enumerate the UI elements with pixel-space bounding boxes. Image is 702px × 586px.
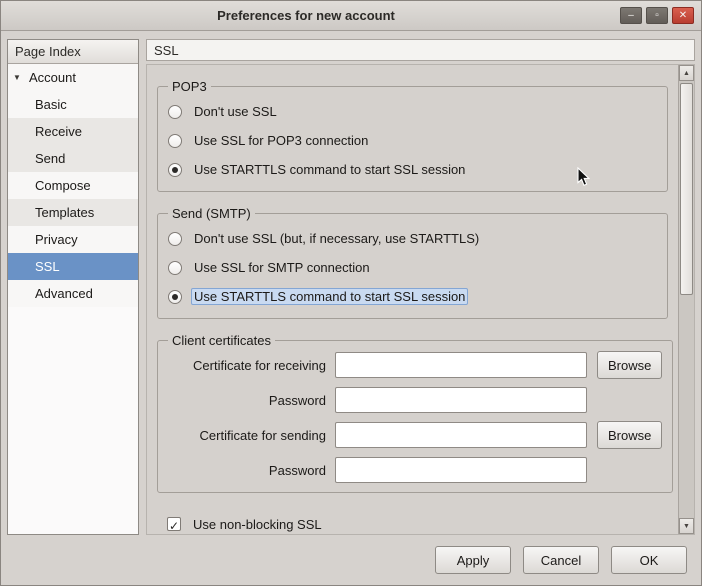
radio-icon bbox=[168, 134, 182, 148]
scroll-area: POP3 Don't use SSL Use SSL for POP3 conn… bbox=[146, 64, 695, 535]
radio-smtp-use-ssl[interactable]: Use SSL for SMTP connection bbox=[168, 253, 657, 282]
password-receiving-row: Password bbox=[168, 387, 662, 413]
page-index-header[interactable]: Page Index bbox=[8, 40, 138, 64]
browse-receiving-button[interactable]: Browse bbox=[597, 351, 662, 379]
minimize-icon[interactable]: ‒ bbox=[620, 7, 642, 24]
certificate-sending-row: Certificate for sending Browse bbox=[168, 421, 662, 449]
page-index-tree: ▼ Account Basic Receive Send Compose Tem… bbox=[8, 64, 138, 307]
password-receiving-label: Password bbox=[168, 393, 326, 408]
certificate-receiving-row: Certificate for receiving Browse bbox=[168, 351, 662, 379]
smtp-group: Send (SMTP) Don't use SSL (but, if neces… bbox=[157, 206, 668, 319]
sidebar-item-label: SSL bbox=[35, 259, 60, 274]
sidebar-item-label: Advanced bbox=[35, 286, 93, 301]
certificate-receiving-label: Certificate for receiving bbox=[168, 358, 326, 373]
sidebar-item-templates[interactable]: Templates bbox=[8, 199, 138, 226]
sidebar-item-privacy[interactable]: Privacy bbox=[8, 226, 138, 253]
pop3-group-title: POP3 bbox=[168, 79, 211, 94]
sidebar-item-account[interactable]: ▼ Account bbox=[8, 64, 138, 91]
radio-icon bbox=[168, 232, 182, 246]
sidebar-item-compose[interactable]: Compose bbox=[8, 172, 138, 199]
sidebar-item-label: Compose bbox=[35, 178, 91, 193]
ok-button[interactable]: OK bbox=[611, 546, 687, 574]
preferences-window: Preferences for new account ‒ ▫ ✕ Page I… bbox=[0, 0, 702, 586]
client-certificates-group: Client certificates Certificate for rece… bbox=[157, 333, 673, 493]
dialog-footer: Apply Cancel OK bbox=[1, 535, 701, 585]
radio-checked-icon bbox=[168, 290, 182, 304]
scroll-up-icon[interactable]: ▲ bbox=[679, 65, 694, 81]
main-panel: SSL POP3 Don't use SSL Use SSL for POP3 … bbox=[146, 39, 695, 535]
vertical-scrollbar[interactable]: ▲ ▼ bbox=[678, 65, 694, 534]
page-title: SSL bbox=[146, 39, 695, 61]
radio-pop3-starttls[interactable]: Use STARTTLS command to start SSL sessio… bbox=[168, 155, 657, 184]
sidebar-item-send[interactable]: Send bbox=[8, 145, 138, 172]
radio-icon bbox=[168, 105, 182, 119]
certificate-sending-label: Certificate for sending bbox=[168, 428, 326, 443]
pop3-group: POP3 Don't use SSL Use SSL for POP3 conn… bbox=[157, 79, 668, 192]
radio-smtp-starttls[interactable]: Use STARTTLS command to start SSL sessio… bbox=[168, 282, 657, 311]
radio-checked-icon bbox=[168, 163, 182, 177]
password-sending-input[interactable] bbox=[335, 457, 587, 483]
close-icon[interactable]: ✕ bbox=[672, 7, 694, 24]
maximize-icon[interactable]: ▫ bbox=[646, 7, 668, 24]
scrollbar-thumb[interactable] bbox=[680, 83, 693, 295]
checkbox-nonblocking-ssl[interactable]: Use non-blocking SSL bbox=[167, 511, 678, 534]
radio-pop3-no-ssl[interactable]: Don't use SSL bbox=[168, 97, 657, 126]
scroll-down-icon[interactable]: ▼ bbox=[679, 518, 694, 534]
password-receiving-input[interactable] bbox=[335, 387, 587, 413]
sidebar-item-advanced[interactable]: Advanced bbox=[8, 280, 138, 307]
sidebar-item-basic[interactable]: Basic bbox=[8, 91, 138, 118]
password-sending-row: Password bbox=[168, 457, 662, 483]
radio-icon bbox=[168, 261, 182, 275]
sidebar-item-label: Send bbox=[35, 151, 65, 166]
sidebar-item-label: Templates bbox=[35, 205, 94, 220]
page-index-panel: Page Index ▼ Account Basic Receive Send … bbox=[7, 39, 139, 535]
sidebar-item-label: Account bbox=[29, 70, 76, 85]
sidebar-item-label: Receive bbox=[35, 124, 82, 139]
expander-open-icon[interactable]: ▼ bbox=[11, 73, 23, 82]
sidebar-item-label: Basic bbox=[35, 97, 67, 112]
sidebar-item-ssl[interactable]: SSL bbox=[8, 253, 138, 280]
certificate-sending-input[interactable] bbox=[335, 422, 587, 448]
titlebar[interactable]: Preferences for new account ‒ ▫ ✕ bbox=[1, 1, 701, 31]
radio-pop3-use-ssl[interactable]: Use SSL for POP3 connection bbox=[168, 126, 657, 155]
window-controls: ‒ ▫ ✕ bbox=[620, 7, 694, 24]
sidebar-item-label: Privacy bbox=[35, 232, 78, 247]
client-certificates-title: Client certificates bbox=[168, 333, 275, 348]
ssl-settings-content: POP3 Don't use SSL Use SSL for POP3 conn… bbox=[147, 65, 678, 534]
browse-sending-button[interactable]: Browse bbox=[597, 421, 662, 449]
checkbox-checked-icon bbox=[167, 517, 181, 531]
smtp-group-title: Send (SMTP) bbox=[168, 206, 255, 221]
password-sending-label: Password bbox=[168, 463, 326, 478]
apply-button[interactable]: Apply bbox=[435, 546, 511, 574]
sidebar-item-receive[interactable]: Receive bbox=[8, 118, 138, 145]
certificate-receiving-input[interactable] bbox=[335, 352, 587, 378]
cancel-button[interactable]: Cancel bbox=[523, 546, 599, 574]
radio-smtp-no-ssl[interactable]: Don't use SSL (but, if necessary, use ST… bbox=[168, 224, 657, 253]
window-title: Preferences for new account bbox=[1, 1, 611, 31]
